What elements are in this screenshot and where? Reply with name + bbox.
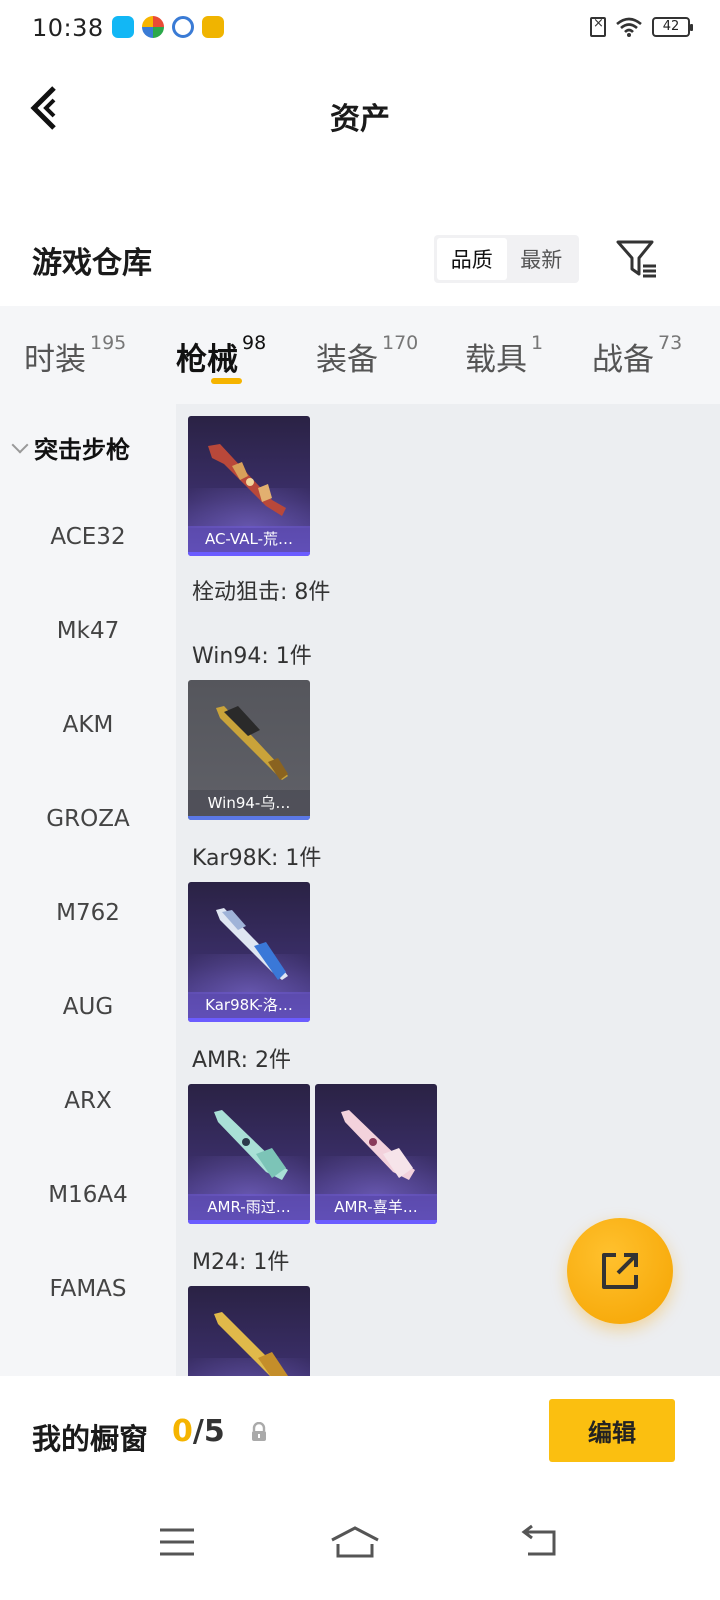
tab-label: 载具 [465,342,527,378]
rifle-skin-icon [216,908,288,980]
wifi-icon [616,17,642,37]
item-name: AMR-雨过… [188,1194,310,1220]
page-title: 资产 [330,102,390,137]
sniper-skin-icon [214,1110,288,1180]
status-time: 10:38 [32,14,104,42]
item-card[interactable]: AMR-雨过… [188,1084,310,1224]
sidebar-item-groza[interactable]: GROZA [0,806,176,832]
sort-newest-option[interactable]: 最新 [507,238,577,280]
sidebar-item-aug[interactable]: AUG [0,994,176,1020]
home-icon [331,1526,379,1558]
tab-label: 装备 [316,342,378,378]
item-name: Win94-乌… [188,790,310,816]
filter-icon [616,240,656,278]
sidebar-item-m762[interactable]: M762 [0,900,176,926]
sidebar-item-arx[interactable]: ARX [0,1088,176,1114]
return-icon [521,1524,556,1556]
filter-button[interactable] [614,236,660,282]
status-bar: 10:38 42 [0,0,720,58]
item-name: Kar98K-洛… [188,992,310,1018]
status-right: 42 [590,16,693,37]
qq-notification-icon [112,16,134,38]
nav-header: 资产 [0,64,720,164]
rarity-bar [315,1220,437,1224]
item-card[interactable]: AMR-喜羊… [315,1084,437,1224]
tab-count: 73 [658,332,683,354]
rarity-bar [188,1220,310,1224]
system-back-button[interactable] [516,1522,566,1562]
group-label: AMR: 2件 [192,1048,292,1073]
tab-equipment[interactable]: 装备 170 [316,332,419,379]
sidebar-group-label: 突击步枪 [34,436,130,464]
menu-icon [160,1528,194,1556]
warehouse-title: 游戏仓库 [32,246,152,281]
share-icon [602,1253,638,1289]
tab-firearms[interactable]: 枪械 98 [176,332,267,379]
edit-button[interactable]: 编辑 [549,1399,675,1462]
item-card[interactable]: AC-VAL-荒… [188,416,310,556]
showcase-bar: 我的橱窗 0/5 编辑 [0,1376,720,1488]
showcase-count: 0/5 [172,1414,225,1449]
system-navigation-bar [0,1488,720,1600]
sidebar-item-akm[interactable]: AKM [0,712,176,738]
sidebar-item-famas[interactable]: FAMAS [0,1276,176,1302]
sort-quality-option[interactable]: 品质 [437,238,507,280]
item-card[interactable]: Kar98K-洛… [188,882,310,1022]
browser-notification-icon [142,16,164,38]
tab-fashion[interactable]: 时装 195 [24,332,127,379]
sidebar-group-assault-rifles[interactable]: 突击步枪 [11,430,130,465]
tab-count: 98 [242,332,267,354]
sort-toggle: 品质 最新 [434,235,579,283]
tab-count: 195 [90,332,127,354]
home-button[interactable] [328,1522,382,1562]
battery-indicator: 42 [652,17,693,37]
group-label: Win94: 1件 [192,644,312,669]
group-label: Kar98K: 1件 [192,846,322,871]
tab-label: 枪械 [176,342,238,378]
weapon-type-sidebar: 突击步枪 ACE32 Mk47 AKM GROZA M762 AUG ARX M… [0,404,176,1404]
sidebar-item-ace32[interactable]: ACE32 [0,524,176,550]
sniper-skin-icon [341,1110,415,1180]
rifle-skin-icon [208,444,286,516]
tab-label: 战备 [592,342,654,378]
tab-count: 1 [531,332,544,354]
showcase-max: 5 [203,1414,225,1449]
tab-vehicles[interactable]: 载具 1 [465,332,544,379]
lock-icon [252,1422,266,1441]
rarity-bar [188,1018,310,1022]
showcase-title: 我的橱窗 [32,1422,149,1456]
category-label: 栓动狙击: 8件 [192,580,331,605]
no-sim-icon [590,16,606,37]
tab-count: 170 [382,332,419,354]
showcase-separator: / [192,1414,204,1449]
chevron-down-icon [11,436,29,453]
share-button[interactable] [567,1218,673,1324]
sidebar-item-mk47[interactable]: Mk47 [0,618,176,644]
rarity-bar [188,552,310,556]
item-name: AMR-喜羊… [315,1194,437,1220]
active-tab-indicator [211,378,242,384]
rifle-skin-icon [216,706,288,780]
game-notification-icon [202,16,224,38]
category-tabs: 时装 195 枪械 98 装备 170 载具 1 战备 73 [0,306,720,404]
group-label: M24: 1件 [192,1250,290,1275]
item-name: AC-VAL-荒… [188,526,310,552]
status-app-icons [112,16,224,38]
tab-supplies[interactable]: 战备 73 [592,332,683,379]
rarity-bar [188,816,310,820]
showcase-current: 0 [172,1414,193,1449]
tab-label: 时装 [24,342,86,378]
menu-button[interactable] [152,1522,202,1562]
baidu-notification-icon [172,16,194,38]
sidebar-item-m16a4[interactable]: M16A4 [0,1182,176,1208]
item-card[interactable]: Win94-乌… [188,680,310,820]
